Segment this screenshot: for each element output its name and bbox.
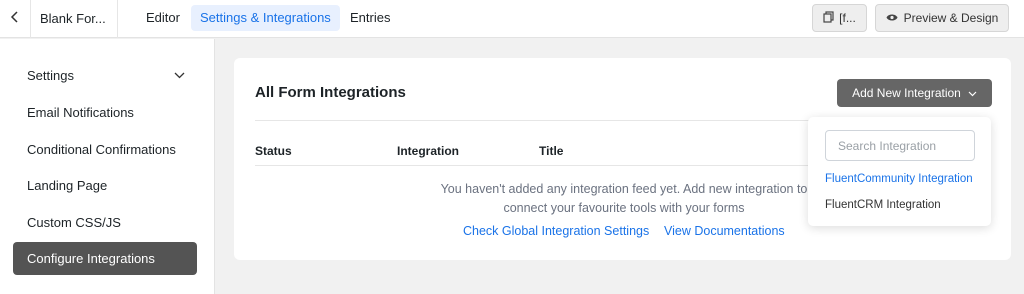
divider xyxy=(117,0,118,38)
column-header-title: Title xyxy=(539,144,564,158)
sidebar-item-label: Email Notifications xyxy=(27,105,134,120)
back-button[interactable] xyxy=(0,0,31,38)
sidebar-item-landing-page[interactable]: Landing Page xyxy=(13,169,197,202)
column-header-status: Status xyxy=(255,144,292,158)
sidebar-item-conditional-confirmations[interactable]: Conditional Confirmations xyxy=(13,133,197,166)
sidebar-item-settings[interactable]: Settings xyxy=(13,59,197,92)
preview-design-button[interactable]: Preview & Design xyxy=(875,4,1009,32)
preview-label: Preview & Design xyxy=(903,11,999,25)
empty-state-line: You haven't added any integration feed y… xyxy=(440,182,808,196)
divider xyxy=(255,165,855,166)
empty-state-message: You haven't added any integration feed y… xyxy=(424,180,824,218)
tab-settings-integrations[interactable]: Settings & Integrations xyxy=(191,5,340,31)
sidebar-item-label: Custom CSS/JS xyxy=(27,215,121,230)
column-header-integration: Integration xyxy=(397,144,459,158)
empty-state-line: connect your favourite tools with your f… xyxy=(503,201,745,215)
eye-icon xyxy=(886,11,898,25)
chevron-down-icon xyxy=(968,86,977,100)
tab-editor[interactable]: Editor xyxy=(137,5,189,31)
top-bar: Blank For... Editor Settings & Integrati… xyxy=(0,0,1024,38)
sidebar-item-label: Landing Page xyxy=(27,178,108,193)
chevron-left-icon xyxy=(10,10,20,28)
sidebar-item-email-notifications[interactable]: Email Notifications xyxy=(13,96,197,129)
view-documentations-link[interactable]: View Documentations xyxy=(664,224,785,238)
dropdown-item-fluentcommunity[interactable]: FluentCommunity Integration xyxy=(825,173,973,185)
dropdown-item-fluentcrm[interactable]: FluentCRM Integration xyxy=(825,199,941,211)
tab-entries[interactable]: Entries xyxy=(341,5,399,31)
sidebar-item-configure-integrations[interactable]: Configure Integrations xyxy=(13,242,197,275)
page-title: All Form Integrations xyxy=(255,84,406,101)
integration-dropdown: FluentCommunity Integration FluentCRM In… xyxy=(808,117,991,226)
copy-shortcode-button[interactable]: [f... xyxy=(812,4,867,32)
chevron-down-icon xyxy=(174,59,185,92)
sidebar-item-label: Configure Integrations xyxy=(27,251,155,266)
sidebar-item-label: Conditional Confirmations xyxy=(27,142,176,157)
global-integration-settings-link[interactable]: Check Global Integration Settings xyxy=(463,224,649,238)
divider xyxy=(255,120,855,121)
shortcode-label: [f... xyxy=(839,11,856,25)
form-title[interactable]: Blank For... xyxy=(40,11,106,26)
sidebar-item-custom-css-js[interactable]: Custom CSS/JS xyxy=(13,206,197,239)
add-new-integration-button[interactable]: Add New Integration xyxy=(837,79,992,107)
sidebar-item-label: Settings xyxy=(27,68,74,83)
search-integration-input[interactable] xyxy=(825,130,975,161)
copy-icon xyxy=(823,10,834,26)
add-integration-label: Add New Integration xyxy=(852,86,961,100)
sidebar: Settings Email Notifications Conditional… xyxy=(0,39,215,294)
